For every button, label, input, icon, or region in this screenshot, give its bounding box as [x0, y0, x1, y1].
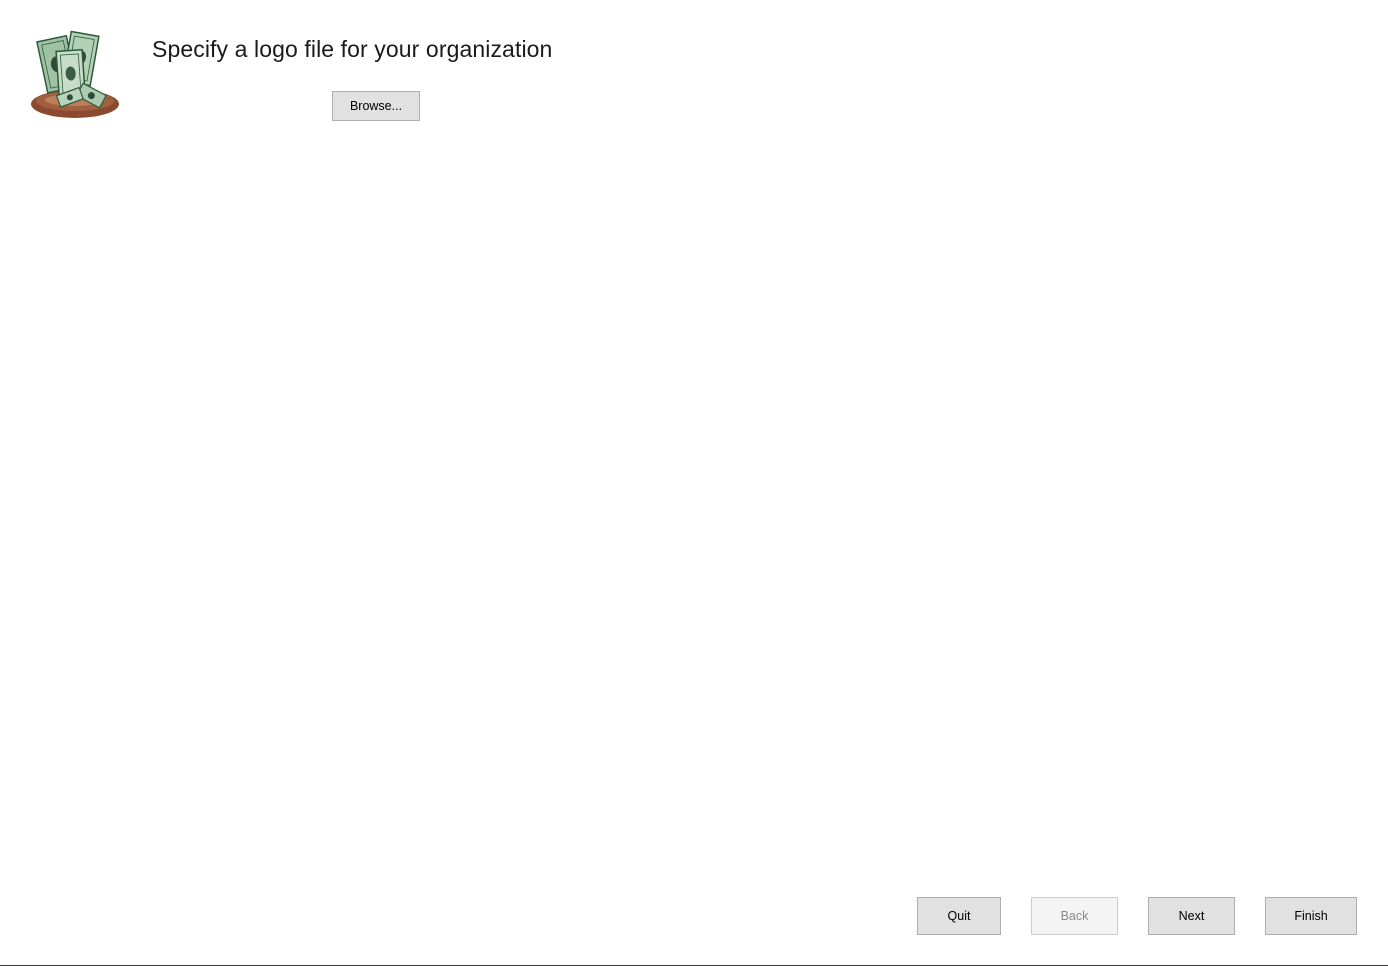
- next-button[interactable]: Next: [1148, 897, 1235, 935]
- wizard-page: Specify a logo file for your organizatio…: [0, 0, 1388, 966]
- back-button[interactable]: Back: [1031, 897, 1118, 935]
- browse-button[interactable]: Browse...: [332, 91, 420, 121]
- quit-button[interactable]: Quit: [917, 897, 1001, 935]
- page-title: Specify a logo file for your organizatio…: [152, 36, 553, 62]
- finish-button[interactable]: Finish: [1265, 897, 1357, 935]
- money-logo-icon: [28, 28, 122, 122]
